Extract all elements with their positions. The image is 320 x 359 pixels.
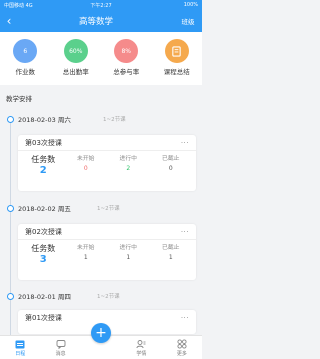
stat-participation[interactable]: 8% 总参与率 bbox=[103, 39, 149, 76]
tab-label: 更多 bbox=[176, 350, 187, 357]
calendar-icon bbox=[15, 339, 25, 349]
timeline-dot bbox=[7, 116, 14, 123]
card-body: 任务数 2 未开始 0 进行中 2 已截止 0 bbox=[18, 151, 196, 177]
timeline-dot bbox=[7, 293, 14, 300]
class-slot: 1~2节课 bbox=[97, 206, 120, 212]
more-icon[interactable]: ··· bbox=[181, 314, 189, 322]
schedule-date: 2018-02-01 周四 bbox=[18, 293, 71, 301]
back-button[interactable]: ‹ bbox=[0, 10, 18, 32]
status-bar: 中国移动 4G 下午2:27 100% bbox=[0, 0, 202, 10]
message-icon bbox=[56, 339, 66, 349]
timeline-line bbox=[10, 116, 11, 346]
card-body: 任务数 3 未开始 1 进行中 1 已截止 1 bbox=[18, 240, 196, 266]
card-header: 第03次授课 ··· bbox=[18, 135, 196, 151]
section-title: 教学安排 bbox=[6, 95, 32, 103]
not-started: 未开始 0 bbox=[77, 156, 95, 172]
attendance-circle: 60% bbox=[63, 39, 88, 63]
tab-learning[interactable]: 学情 bbox=[121, 336, 161, 359]
lesson-title: 第02次授课 bbox=[25, 227, 62, 236]
ended: 已截止 0 bbox=[162, 156, 180, 172]
tab-label: 日程 bbox=[15, 350, 26, 357]
add-button[interactable]: + bbox=[91, 323, 111, 343]
not-started: 未开始 1 bbox=[77, 245, 95, 261]
grid-icon bbox=[177, 338, 187, 349]
lesson-title: 第03次授课 bbox=[25, 138, 62, 147]
participation-circle: 8% bbox=[114, 39, 139, 63]
stat-summary[interactable]: 课程总结 bbox=[154, 39, 200, 76]
class-slot: 1~2节课 bbox=[97, 294, 120, 300]
homework-count-circle: 6 bbox=[13, 39, 38, 63]
carrier: 中国移动 4G bbox=[4, 2, 33, 9]
lesson-card[interactable]: 第03次授课 ··· 任务数 2 未开始 0 进行中 2 已截止 0 bbox=[18, 135, 196, 191]
battery: 100% bbox=[183, 2, 199, 8]
schedule-date: 2018-02-02 周五 bbox=[18, 205, 71, 213]
lesson-title: 第01次授课 bbox=[25, 314, 62, 322]
card-header: 第02次授课 ··· bbox=[18, 224, 196, 240]
card-header: 第01次授课 ··· bbox=[18, 310, 196, 326]
tab-messages[interactable]: 消息 bbox=[40, 336, 80, 359]
stats-row: 6 作业数 60% 总出勤率 8% 总参与率 课程总结 bbox=[0, 32, 202, 85]
navbar: ‹ 高等数学 班级 bbox=[0, 10, 202, 32]
stat-label: 作业数 bbox=[15, 68, 36, 76]
tab-label: 学情 bbox=[136, 350, 147, 357]
class-slot: 1~2节课 bbox=[103, 117, 126, 123]
ended: 已截止 1 bbox=[162, 245, 180, 261]
clock: 下午2:27 bbox=[90, 2, 112, 9]
tab-label: 消息 bbox=[55, 350, 66, 357]
add-icon: + bbox=[95, 325, 107, 341]
tab-schedule[interactable]: 日程 bbox=[0, 336, 40, 359]
lesson-card[interactable]: 第02次授课 ··· 任务数 3 未开始 1 进行中 1 已截止 1 bbox=[18, 224, 196, 280]
stat-attendance[interactable]: 60% 总出勤率 bbox=[53, 39, 99, 76]
in-progress: 进行中 1 bbox=[119, 245, 137, 261]
task-count: 任务数 3 bbox=[31, 244, 56, 265]
stat-label: 总出勤率 bbox=[62, 68, 89, 76]
timeline-dot bbox=[7, 205, 14, 212]
schedule-date: 2018-02-03 周六 bbox=[18, 116, 71, 124]
in-progress: 进行中 2 bbox=[119, 156, 137, 172]
more-icon[interactable]: ··· bbox=[181, 139, 189, 147]
class-button[interactable]: 班级 bbox=[174, 16, 202, 26]
page-title: 高等数学 bbox=[78, 17, 113, 27]
tab-more[interactable]: 更多 bbox=[162, 336, 202, 359]
stat-label: 总参与率 bbox=[113, 68, 140, 76]
more-icon[interactable]: ··· bbox=[181, 228, 189, 236]
learning-icon bbox=[136, 339, 146, 349]
stat-homework[interactable]: 6 作业数 bbox=[2, 39, 48, 76]
summary-icon bbox=[164, 39, 189, 63]
stat-label: 课程总结 bbox=[163, 68, 190, 76]
task-count: 任务数 2 bbox=[31, 155, 56, 176]
